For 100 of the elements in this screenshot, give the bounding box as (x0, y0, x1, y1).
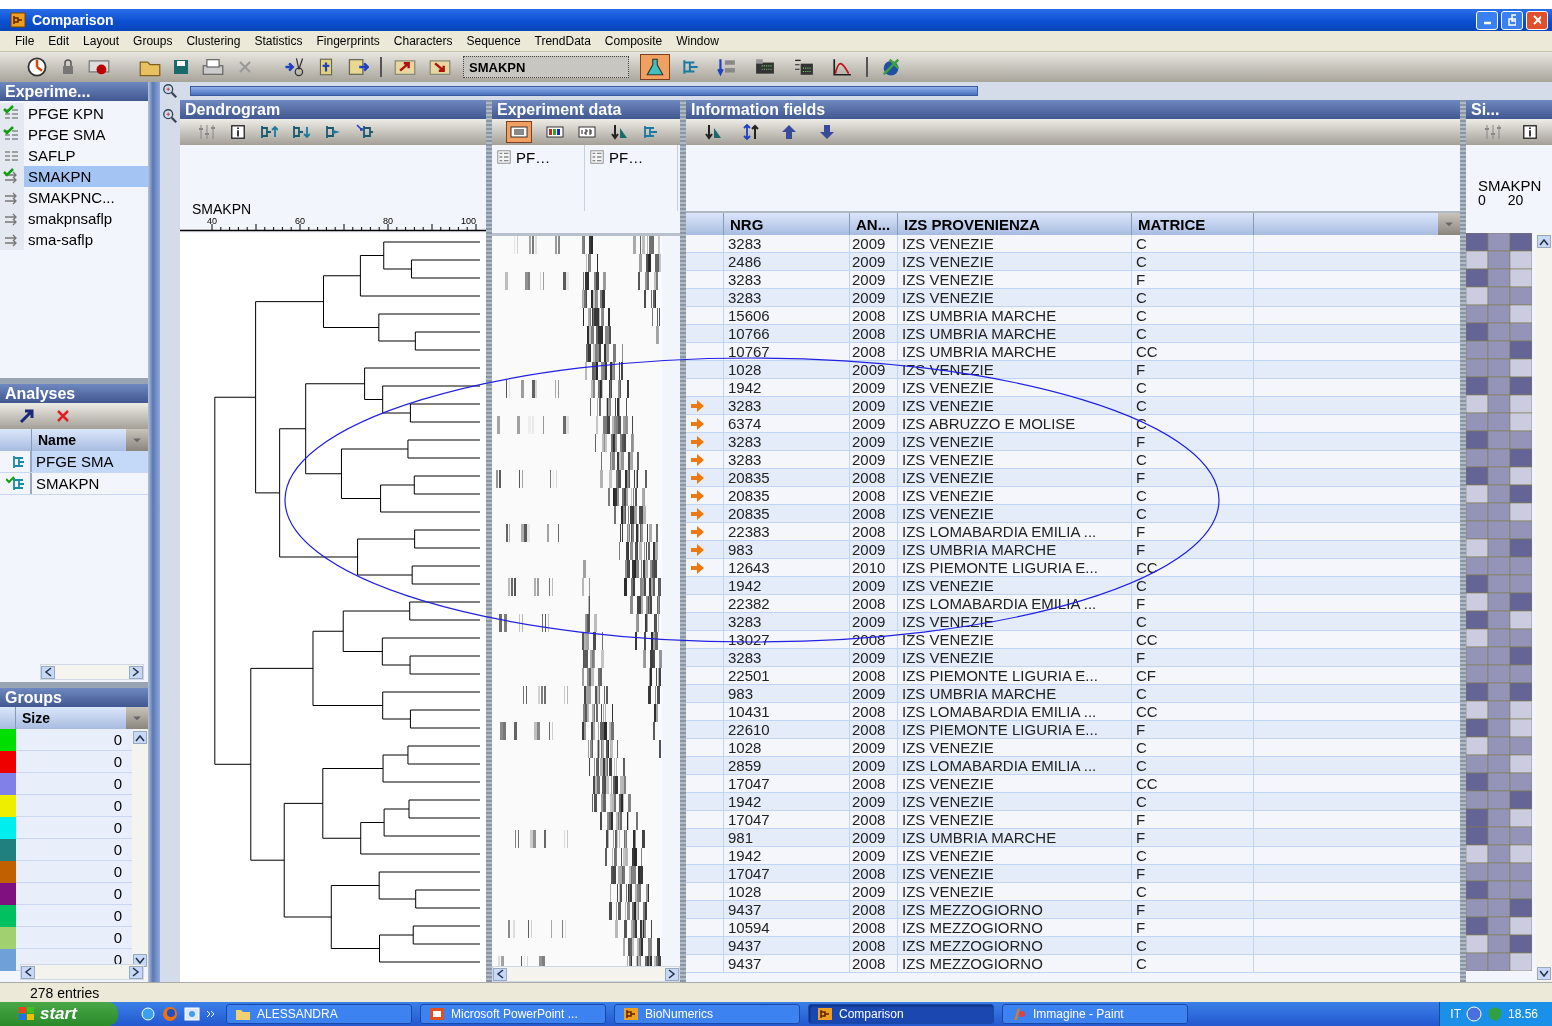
sliders-icon[interactable] (198, 123, 216, 141)
menu-item[interactable]: Edit (41, 34, 77, 48)
zoom-bar[interactable] (190, 86, 978, 96)
menu-item[interactable]: File (8, 34, 42, 48)
database-field[interactable]: SMAKPN (463, 56, 629, 78)
experiment-item[interactable]: sma-saflp (24, 229, 148, 250)
table-cell: F (1132, 721, 1254, 738)
scrollbar[interactable] (20, 964, 144, 980)
table-cell: CC (1132, 631, 1254, 648)
menu-item[interactable]: Groups (126, 34, 180, 48)
info-icon[interactable] (230, 124, 246, 140)
table-cell: IZS UMBRIA MARCHE (898, 343, 1132, 360)
restore-button[interactable] (1501, 10, 1523, 30)
scroll-left-icon[interactable] (496, 969, 504, 979)
scrollbar[interactable] (40, 664, 144, 680)
table-cell: 2008 (850, 865, 898, 882)
start-button[interactable]: start (0, 1002, 118, 1026)
table-cell: 2008 (850, 901, 898, 918)
analysis-item[interactable]: SMAKPN (32, 473, 148, 494)
table-cell: 983 (724, 541, 850, 558)
menu-item[interactable]: Characters (386, 34, 460, 48)
cut-icon[interactable] (283, 56, 305, 78)
tree-down-icon[interactable] (292, 123, 310, 141)
table-cell: F (1132, 541, 1254, 558)
tree-up-icon[interactable] (260, 123, 278, 141)
tree-swap-icon[interactable] (356, 123, 374, 141)
experiment-item[interactable]: SMAKPN (24, 166, 148, 187)
network-icon[interactable] (1465, 1006, 1482, 1022)
experiment-item[interactable]: PFGE SMA (24, 124, 148, 145)
scroll-right-icon[interactable] (668, 969, 676, 979)
menu-item[interactable]: Window (669, 34, 726, 48)
scroll-left-icon[interactable] (24, 967, 32, 977)
dropdown-icon[interactable] (126, 429, 148, 451)
image-view-button[interactable] (506, 121, 532, 143)
zoom-icon[interactable] (162, 83, 178, 99)
taskbar-button[interactable]: ALESSANDRA (226, 1004, 412, 1024)
table-cell: 3283 (724, 649, 850, 666)
down-arrow-icon[interactable] (818, 123, 836, 141)
scrollbar[interactable] (492, 966, 680, 982)
list-icon[interactable] (589, 149, 605, 165)
experiment-item[interactable]: SAFLP (24, 145, 148, 166)
scroll-left-icon[interactable] (44, 667, 52, 677)
globe-icon[interactable] (140, 1006, 156, 1022)
experiment-item[interactable]: SMAKPNC... (24, 187, 148, 208)
arrow-icon[interactable] (18, 407, 36, 425)
menu-item[interactable]: Statistics (247, 34, 310, 48)
zoom-icon[interactable] (162, 108, 178, 124)
menu-item[interactable]: Layout (76, 34, 127, 48)
scroll-down-icon[interactable] (135, 956, 145, 965)
scroll-right-icon[interactable] (132, 967, 140, 977)
column-header[interactable]: PF… (516, 149, 551, 166)
up-arrow-icon[interactable] (780, 123, 798, 141)
table-cell: 2009 (850, 883, 898, 900)
restore-icon (1508, 14, 1516, 26)
flask-button[interactable] (640, 54, 670, 80)
tree-icon[interactable] (681, 57, 701, 77)
taskbar-button[interactable]: Immagine - Paint (1002, 1004, 1188, 1024)
list-icon[interactable] (496, 149, 512, 165)
experiment-item[interactable]: smakpnsaflp (24, 208, 148, 229)
menu-item[interactable]: Sequence (459, 34, 528, 48)
window-icon[interactable] (184, 1006, 200, 1022)
sliders-icon[interactable] (1484, 123, 1502, 141)
info-icon[interactable] (1522, 124, 1538, 140)
scroll-up-icon[interactable] (1539, 237, 1549, 246)
column-header[interactable]: PF… (609, 149, 644, 166)
print-icon[interactable] (201, 56, 225, 78)
table-cell: 12643 (724, 559, 850, 576)
scroll-up-icon[interactable] (135, 733, 145, 742)
scrollbar[interactable] (132, 729, 148, 969)
experiment-item[interactable]: PFGE KPN (24, 103, 148, 124)
sort-icon[interactable] (704, 123, 722, 141)
group-size: 0 (16, 817, 132, 839)
scroll-down-icon[interactable] (1539, 969, 1549, 978)
minimize-button[interactable] (1476, 10, 1498, 30)
taskbar-button[interactable]: Microsoft PowerPoint ... (420, 1004, 606, 1024)
menu-item[interactable]: Composite (597, 34, 670, 48)
close-button[interactable] (1526, 10, 1548, 30)
dropdown-icon[interactable] (1438, 213, 1460, 235)
swap-icon[interactable] (742, 123, 760, 141)
table-cell: 20835 (724, 505, 850, 522)
taskbar-button[interactable]: BioNumerics (614, 1004, 800, 1024)
taskbar-button[interactable]: Comparison (808, 1004, 994, 1024)
menu-item[interactable]: TrendData (527, 34, 598, 48)
table-cell: 2008 (850, 505, 898, 522)
clock-icon[interactable] (26, 56, 48, 78)
menu-item[interactable]: Fingerprints (309, 34, 387, 48)
analysis-item[interactable]: PFGE SMA (32, 451, 148, 472)
copy-icon[interactable] (347, 56, 369, 78)
table-cell: 10766 (724, 325, 850, 342)
scroll-right-icon[interactable] (132, 667, 140, 677)
table-cell: CC (1132, 703, 1254, 720)
menu-item[interactable]: Clustering (179, 34, 248, 48)
chevron-icon[interactable] (206, 1009, 216, 1019)
save-icon[interactable] (172, 58, 190, 76)
group-size: 0 (16, 729, 132, 751)
tree-icon[interactable] (642, 123, 660, 141)
sort-icon[interactable] (610, 123, 628, 141)
scrollbar[interactable] (1536, 233, 1552, 982)
numbers-icon[interactable] (578, 123, 596, 141)
color-bars-icon[interactable] (546, 123, 564, 141)
